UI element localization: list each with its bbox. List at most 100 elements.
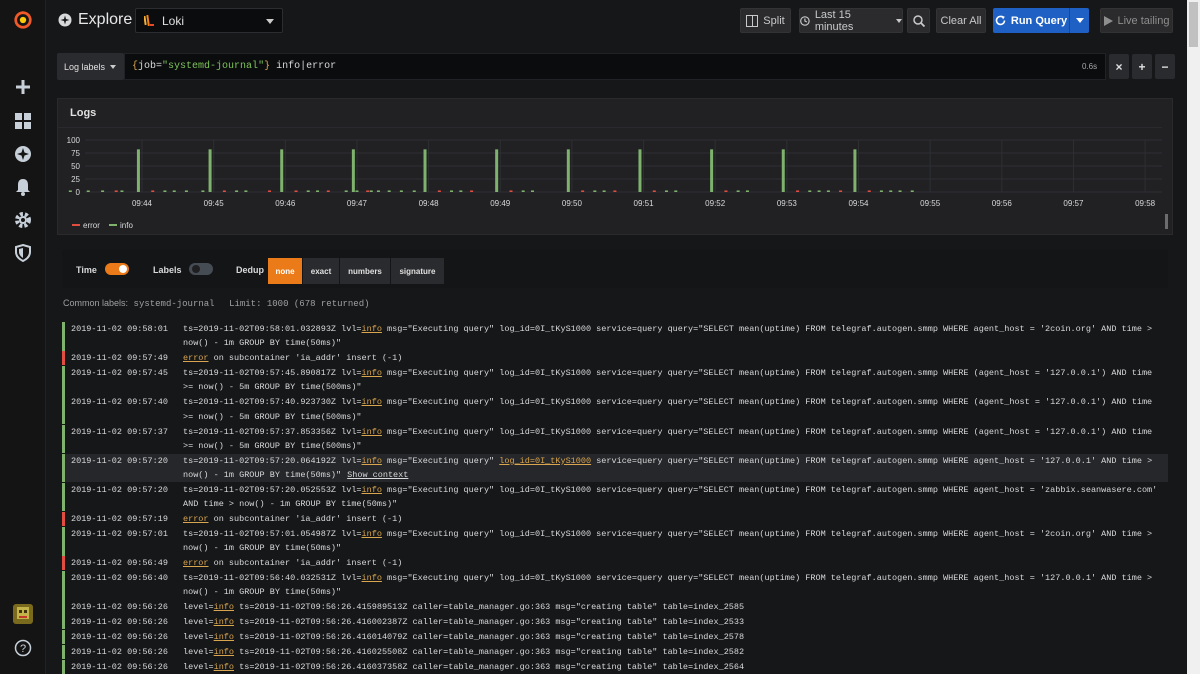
log-row[interactable]: 2019-11-02 09:57:40 ts=2019-11-02T09:57:4… [62, 395, 1168, 424]
time-picker-button[interactable]: Last 15 minutes [799, 8, 903, 33]
time-toggle[interactable] [105, 263, 129, 275]
log-text: ts=2019-11-02T09:57:45.890817Z lvl= [183, 368, 362, 379]
clear-all-button[interactable]: Clear All [936, 8, 986, 33]
log-level-info [62, 615, 65, 630]
live-tailing-label: Live tailing [1117, 14, 1170, 27]
info-bar [355, 190, 359, 192]
log-row[interactable]: 2019-11-02 09:57:45 ts=2019-11-02T09:57:4… [62, 366, 1168, 395]
log-highlight: info [213, 632, 235, 643]
log-text: level= [183, 632, 214, 643]
info-bar [495, 149, 499, 192]
log-level-info [62, 645, 65, 660]
info-bar [208, 149, 212, 192]
dedup-none-button[interactable]: none [268, 258, 302, 284]
x-tick-label: 09:53 [777, 199, 798, 208]
configuration-gear-icon[interactable] [13, 210, 33, 230]
log-controls: Time Labels Dedup none exact numbers sig… [62, 250, 1168, 288]
run-query-button[interactable]: Run Query [993, 8, 1089, 33]
log-row[interactable]: 2019-11-02 09:57:20 ts=2019-11-02T09:57:2… [62, 482, 1168, 512]
log-row[interactable]: 2019-11-02 09:56:40 ts=2019-11-02T09:56:4… [62, 571, 1168, 600]
log-row[interactable]: 2019-11-02 09:57:01 ts=2019-11-02T09:57:0… [62, 527, 1168, 556]
split-icon [746, 14, 759, 27]
dashboards-icon[interactable] [13, 111, 33, 131]
help-icon[interactable]: ? [13, 638, 33, 658]
info-bar [101, 190, 105, 192]
log-row[interactable]: 2019-11-02 09:57:37 ts=2019-11-02T09:57:3… [62, 424, 1168, 454]
log-row[interactable]: 2019-11-02 09:57:19 error on subcontainer… [62, 512, 1168, 527]
labels-toggle-label: Labels [153, 265, 182, 275]
collapse-query-button[interactable]: − [1155, 54, 1175, 79]
log-text: ts=2019-11-02T09:57:37.853356Z lvl= [183, 426, 362, 437]
log-row[interactable]: 2019-11-02 09:56:49 error on subcontainer… [62, 556, 1168, 571]
query-row: Log labels {job="systemd-journal"} info|… [46, 53, 1187, 80]
log-text: ts=2019-11-02T09:56:26.416025508Z caller… [234, 647, 745, 657]
log-row[interactable]: 2019-11-02 09:57:20 ts=2019-11-02T09:57:2… [62, 453, 1168, 483]
alerting-bell-icon[interactable] [13, 177, 33, 197]
user-avatar-icon[interactable] [13, 604, 33, 624]
clock-icon [800, 15, 810, 26]
log-timestamp: 2019-11-02 09:57:01 [71, 529, 168, 539]
log-highlight: error [183, 353, 209, 364]
log-row[interactable]: 2019-11-02 09:57:49 error on subcontainer… [62, 351, 1168, 366]
log-level-info [62, 322, 65, 351]
dedup-numbers-button[interactable]: numbers [340, 258, 390, 284]
log-message: error on subcontainer 'ia_addr' insert (… [183, 556, 1161, 570]
explore-icon[interactable] [13, 144, 33, 164]
dedup-exact-button[interactable]: exact [303, 258, 339, 284]
logs-graph-panel: Logs 100 75 50 25 0 09:44 09:45 09:46 09:47 09:48… [57, 98, 1173, 235]
split-button[interactable]: Split [740, 8, 791, 33]
log-text: ts=2019-11-02T09:56:26.415989513Z caller… [234, 602, 745, 613]
run-query-dropdown[interactable] [1069, 8, 1089, 33]
zoom-out-button[interactable] [907, 8, 930, 33]
live-tailing-button[interactable]: Live tailing [1100, 8, 1173, 33]
x-tick-label: 09:57 [1063, 199, 1084, 208]
play-icon [1103, 15, 1113, 26]
query-label-key: job [138, 61, 157, 72]
log-level-info [62, 395, 65, 424]
explore-toolbar: Explore Loki Split Last 15 minutes Clear… [46, 0, 1187, 42]
add-icon[interactable] [13, 77, 33, 97]
x-tick-label: 09:58 [1135, 199, 1156, 208]
grafana-logo-icon[interactable] [13, 10, 33, 30]
loki-logo-icon [144, 14, 154, 27]
labels-toggle[interactable] [189, 263, 213, 275]
log-row[interactable]: 2019-11-02 09:56:26 level=info ts=2019-11… [62, 630, 1168, 645]
datasource-picker[interactable]: Loki [135, 8, 283, 33]
show-context-link[interactable]: Show context [347, 470, 408, 480]
dedup-signature-button[interactable]: signature [391, 258, 444, 284]
log-message: level=info ts=2019-11-02T09:56:26.416014… [183, 630, 1161, 644]
info-bar [889, 190, 893, 192]
split-label: Split [763, 14, 785, 27]
remove-query-button[interactable]: × [1109, 54, 1129, 79]
log-row[interactable]: 2019-11-02 09:58:01 ts=2019-11-02T09:58:0… [62, 322, 1168, 351]
query-input[interactable]: {job="systemd-journal"} info|error [124, 53, 1106, 80]
explore-title-icon [58, 13, 72, 27]
log-level-info [62, 630, 65, 645]
page-title: Explore [78, 11, 133, 28]
datasource-name: Loki [162, 14, 185, 28]
info-bar [86, 190, 90, 192]
limit-info: Limit: 1000 (678 returned) [229, 299, 370, 309]
log-row[interactable]: 2019-11-02 09:56:26 level=info ts=2019-11… [62, 645, 1168, 660]
log-text: ts=2019-11-02T09:56:40.032531Z lvl= [183, 573, 362, 584]
shield-icon[interactable] [13, 243, 33, 263]
log-highlight: info [213, 647, 235, 657]
log-level-info [62, 571, 65, 600]
x-tick-label: 09:54 [848, 199, 869, 208]
log-level-info [62, 366, 65, 395]
log-row[interactable]: 2019-11-02 09:56:26 level=info ts=2019-11… [62, 615, 1168, 630]
panel-scrollbar[interactable] [1165, 214, 1168, 229]
log-timestamp: 2019-11-02 09:56:26 [71, 632, 168, 643]
info-bar [306, 190, 310, 192]
log-timestamp: 2019-11-02 09:57:19 [71, 514, 168, 525]
page-scrollbar[interactable] [1187, 0, 1200, 674]
legend-label-info: info [120, 221, 133, 230]
log-level-info [62, 453, 65, 483]
add-query-button[interactable]: + [1132, 54, 1152, 79]
scrollbar-thumb[interactable] [1189, 2, 1198, 47]
info-bar [235, 190, 239, 192]
log-labels-button[interactable]: Log labels [57, 53, 124, 80]
log-row[interactable]: 2019-11-02 09:56:26 level=info ts=2019-11… [62, 659, 1168, 674]
log-row[interactable]: 2019-11-02 09:56:26 level=info ts=2019-11… [62, 600, 1168, 615]
log-text: ts=2019-11-02T09:57:40.923730Z lvl= [183, 397, 362, 408]
